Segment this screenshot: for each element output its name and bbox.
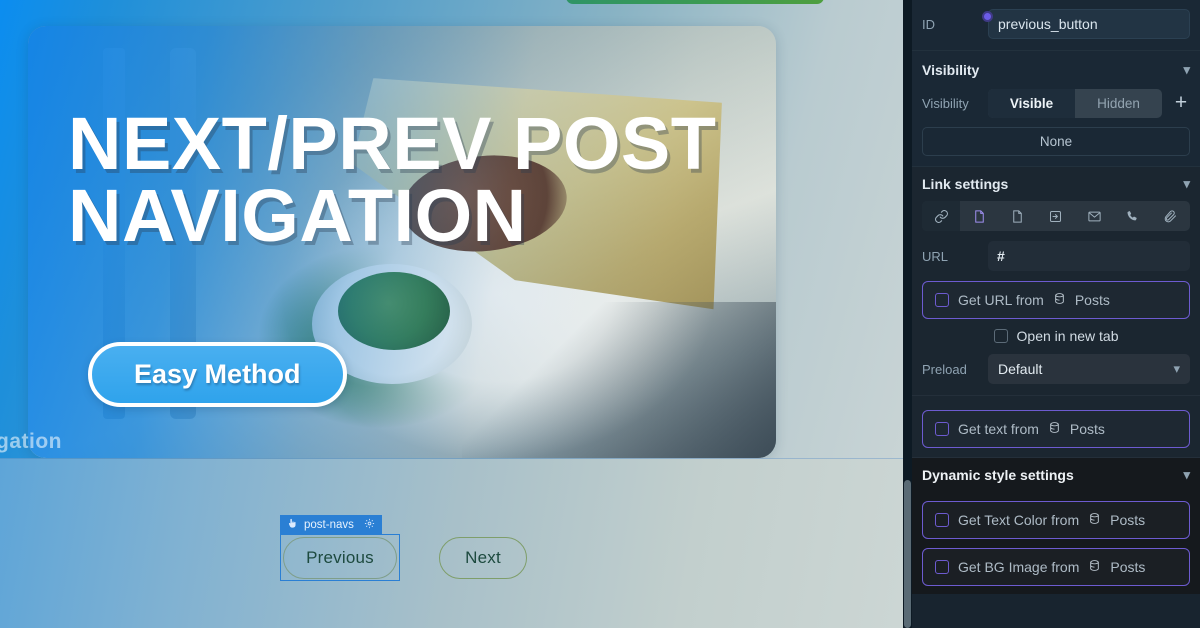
- previous-button[interactable]: Previous: [283, 537, 397, 579]
- get-text-from-checkbox[interactable]: [935, 422, 949, 436]
- page-alt-icon[interactable]: [999, 201, 1037, 231]
- link-settings-section: Link settings ▾ URL # Get URL from Posts…: [912, 167, 1200, 396]
- get-url-from-posts[interactable]: Get URL from Posts: [922, 281, 1190, 319]
- chevron-down-icon[interactable]: ▾: [1173, 361, 1180, 377]
- open-in-new-tab-row[interactable]: Open in new tab: [922, 328, 1190, 344]
- post-navs-selection-label[interactable]: post-navs: [280, 515, 382, 534]
- preload-label: Preload: [922, 361, 967, 377]
- dynamic-style-title: Dynamic style settings: [922, 467, 1074, 483]
- screenshot-root: NEXT/PREV POST NAVIGATION Easy Method ga…: [0, 0, 1200, 628]
- get-bg-image-from-posts[interactable]: Get BG Image from Posts: [922, 548, 1190, 586]
- id-input[interactable]: previous_button: [988, 9, 1190, 39]
- visibility-option-hidden[interactable]: Hidden: [1075, 89, 1162, 118]
- dynamic-style-header[interactable]: Dynamic style settings ▾: [922, 458, 1190, 492]
- open-in-new-tab-checkbox[interactable]: [993, 329, 1008, 343]
- get-bg-image-label: Get BG Image from: [958, 559, 1080, 575]
- top-green-ribbon: [566, 0, 824, 4]
- id-section: ID previous_button: [912, 0, 1200, 51]
- get-text-from-source: Posts: [1069, 421, 1105, 437]
- visibility-toggle-group[interactable]: Visible Hidden: [988, 88, 1162, 118]
- get-bg-image-checkbox[interactable]: [935, 560, 949, 574]
- background-ghost-word: gation: [0, 430, 62, 453]
- chevron-down-icon[interactable]: ▾: [1183, 62, 1190, 78]
- database-icon: [1088, 512, 1101, 528]
- visibility-section-title: Visibility: [922, 62, 980, 78]
- plus-icon[interactable]: +: [1172, 91, 1190, 115]
- get-text-color-label: Get Text Color from: [958, 512, 1080, 528]
- url-row: URL #: [922, 240, 1190, 272]
- gear-icon[interactable]: [364, 518, 375, 532]
- sign-in-icon[interactable]: [1037, 201, 1075, 231]
- link-settings-title: Link settings: [922, 176, 1009, 192]
- post-navs-label-text: post-navs: [304, 518, 354, 531]
- id-label: ID: [922, 16, 935, 32]
- url-label: URL: [922, 248, 949, 264]
- visibility-option-visible[interactable]: Visible: [988, 88, 1075, 118]
- hero-title: NEXT/PREV POST NAVIGATION: [68, 102, 717, 257]
- chevron-down-icon[interactable]: ▾: [1183, 467, 1190, 483]
- get-text-from-posts[interactable]: Get text from Posts: [922, 410, 1190, 448]
- get-text-color-checkbox[interactable]: [935, 513, 949, 527]
- editor-canvas[interactable]: NEXT/PREV POST NAVIGATION Easy Method ga…: [0, 0, 903, 628]
- get-text-from-label: Get text from: [958, 421, 1039, 437]
- database-icon: [1048, 421, 1061, 437]
- database-icon: [1088, 559, 1101, 575]
- visibility-section: Visibility ▾ Visibility Visible Hidden +…: [912, 51, 1200, 167]
- easy-method-badge: Easy Method: [88, 342, 347, 407]
- link-settings-header[interactable]: Link settings ▾: [922, 167, 1190, 201]
- next-button[interactable]: Next: [439, 537, 527, 579]
- paperclip-icon[interactable]: [1152, 201, 1190, 231]
- chevron-down-icon[interactable]: ▾: [1183, 176, 1190, 192]
- link-type-icon-row[interactable]: [922, 201, 1190, 231]
- preload-value: Default: [998, 361, 1043, 377]
- get-text-color-from-posts[interactable]: Get Text Color from Posts: [922, 501, 1190, 539]
- database-icon: [1053, 292, 1066, 308]
- preload-row: Preload Default ▾: [922, 353, 1190, 385]
- dynamic-indicator-dot[interactable]: [982, 11, 993, 22]
- settings-panel[interactable]: ID previous_button Visibility ▾ Visibili…: [912, 0, 1200, 628]
- visibility-condition-value[interactable]: None: [922, 127, 1190, 156]
- get-url-from-checkbox[interactable]: [935, 293, 949, 307]
- visibility-row-label: Visibility: [922, 95, 969, 111]
- open-in-new-tab-label: Open in new tab: [1016, 328, 1119, 344]
- get-bg-image-source: Posts: [1110, 559, 1146, 575]
- phone-icon[interactable]: [1113, 201, 1151, 231]
- envelope-icon[interactable]: [1075, 201, 1113, 231]
- page-icon[interactable]: [960, 201, 998, 231]
- preload-select[interactable]: Default ▾: [988, 354, 1190, 384]
- get-url-from-label: Get URL from: [958, 292, 1044, 308]
- text-source-section: Get text from Posts: [912, 396, 1200, 458]
- dynamic-style-settings-section: Dynamic style settings ▾ Get Text Color …: [912, 458, 1200, 594]
- get-url-from-source: Posts: [1074, 292, 1110, 308]
- canvas-scrollbar-thumb[interactable]: [904, 480, 911, 628]
- url-input[interactable]: #: [988, 241, 1190, 271]
- link-icon[interactable]: [922, 201, 961, 231]
- visibility-section-header[interactable]: Visibility ▾: [922, 53, 1190, 87]
- get-text-color-source: Posts: [1110, 512, 1146, 528]
- pointer-icon: [287, 518, 298, 532]
